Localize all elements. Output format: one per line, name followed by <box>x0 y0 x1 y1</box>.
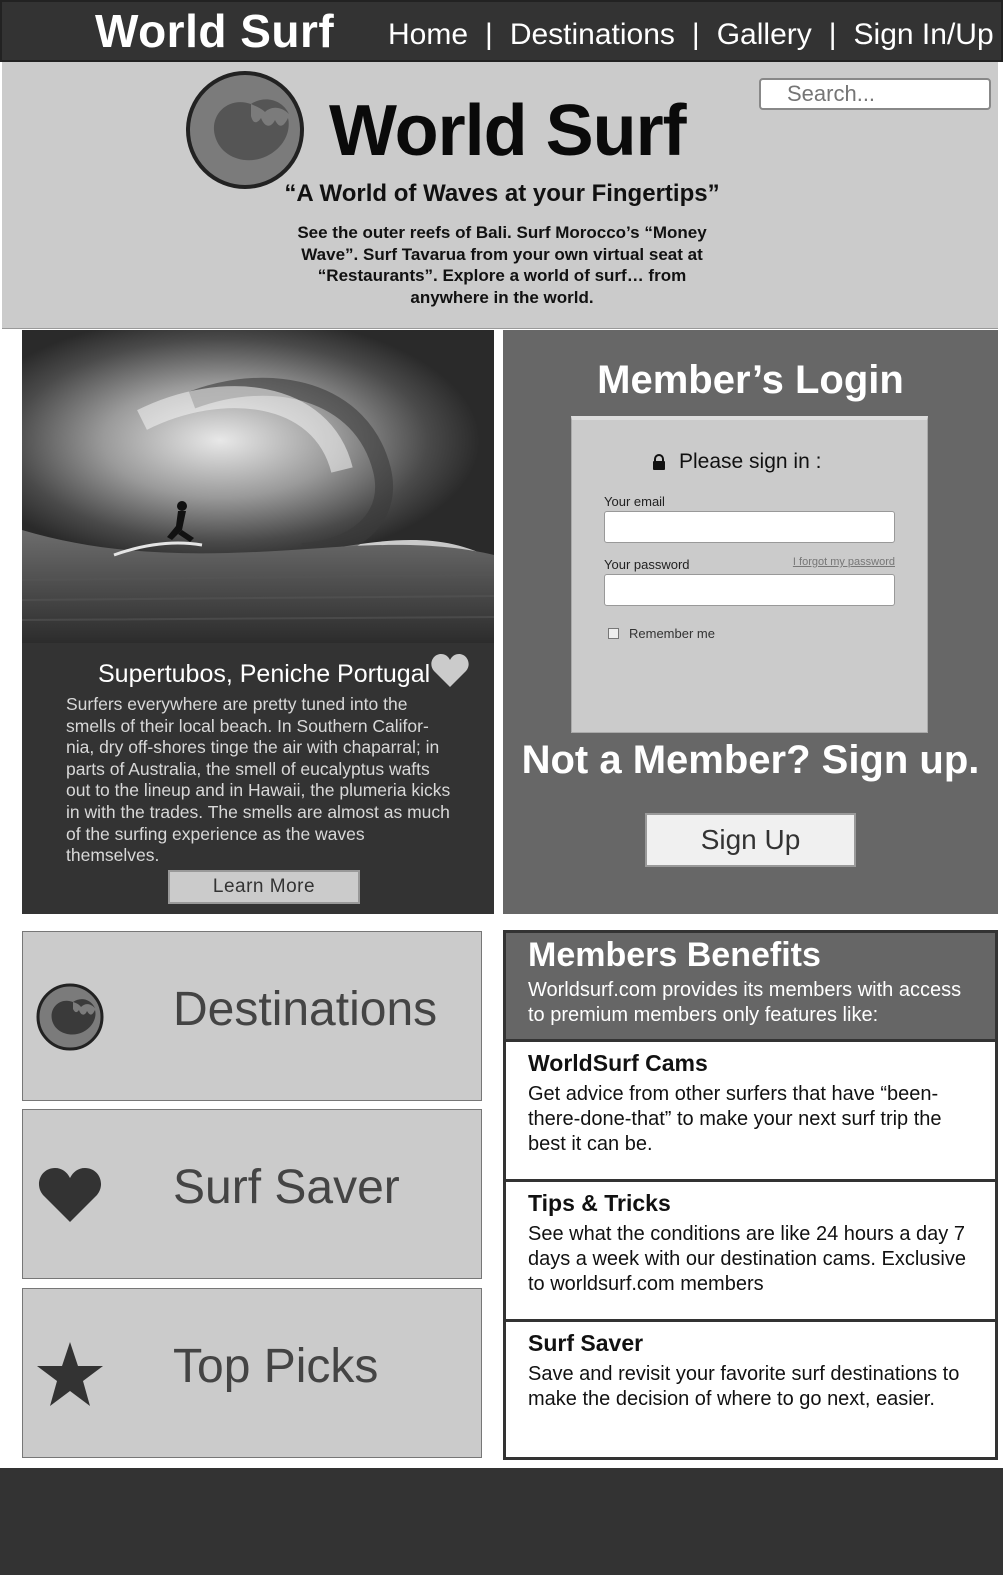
brand-name[interactable]: World Surf <box>95 4 334 58</box>
login-form: Please sign in : Your email Your passwor… <box>571 416 928 733</box>
main-nav: Home | Destinations | Gallery | Sign In/… <box>388 18 994 52</box>
remember-label: Remember me <box>629 626 715 641</box>
benefit-text: Save and revisit your favorite surf dest… <box>528 1363 960 1410</box>
signin-prompt: Please sign in : <box>679 450 822 473</box>
benefits-subtitle: Worldsurf.com provides its members with … <box>528 979 962 1026</box>
benefits-header: Members Benefits Worldsurf.com provides … <box>506 933 995 1041</box>
quicklink-destinations[interactable]: Destinations <box>22 931 482 1101</box>
members-login-panel: Member’s Login Please sign in : Your ema… <box>503 330 998 914</box>
remember-me[interactable]: Remember me <box>608 626 715 641</box>
quicklink-surf-saver[interactable]: Surf Saver <box>22 1109 482 1279</box>
signup-prompt: Not a Member? Sign up. <box>521 738 980 782</box>
surf-photo <box>22 330 494 643</box>
quicklink-top-picks[interactable]: Top Picks <box>22 1288 482 1458</box>
sign-up-button[interactable]: Sign Up <box>645 813 856 867</box>
email-label: Your email <box>604 494 665 509</box>
hero-title: World Surf <box>329 91 687 171</box>
benefits-title: Members Benefits <box>528 936 821 974</box>
hero-banner: World Surf “A World of Waves at your Fin… <box>2 62 998 329</box>
nav-separator: | <box>485 18 493 51</box>
benefit-title: Surf Saver <box>528 1330 644 1356</box>
benefit-title: WorldSurf Cams <box>528 1050 708 1076</box>
signin-heading: Please sign in : <box>652 450 821 474</box>
hero-description: See the outer reefs of Bali. Surf Morocc… <box>297 223 707 307</box>
nav-destinations[interactable]: Destinations <box>510 18 675 52</box>
quicklink-label: Top Picks <box>173 1340 379 1393</box>
quicklink-label: Surf Saver <box>173 1161 400 1214</box>
forgot-password-link[interactable]: I forgot my password <box>793 556 895 568</box>
heart-icon[interactable] <box>430 653 470 689</box>
nav-separator: | <box>828 18 837 51</box>
footer <box>0 1468 1003 1575</box>
feature-title: Supertubos, Peniche Portugal <box>98 660 431 688</box>
wave-logo-icon <box>36 983 104 1051</box>
password-label: Your password <box>604 557 690 572</box>
feature-description: Surfers everywhere are pretty tuned into… <box>66 694 451 866</box>
lock-icon <box>653 454 665 470</box>
hero-tagline: “A World of Waves at your Fingertips” <box>284 180 720 207</box>
learn-more-button[interactable]: Learn More <box>168 870 360 904</box>
benefit-item: Surf Saver Save and revisit your favorit… <box>506 1319 995 1457</box>
quicklink-label: Destinations <box>173 983 438 1036</box>
star-icon <box>37 1342 103 1406</box>
benefit-text: See what the conditions are like 24 hour… <box>528 1223 966 1295</box>
benefit-item: Tips & Tricks See what the conditions ar… <box>506 1179 995 1319</box>
nav-sign-in-up[interactable]: Sign In/Up <box>854 18 994 52</box>
nav-separator: | <box>691 18 700 51</box>
search-input[interactable] <box>759 78 991 110</box>
benefit-item: WorldSurf Cams Get advice from other sur… <box>506 1039 995 1179</box>
heart-icon <box>38 1168 102 1222</box>
remember-checkbox[interactable] <box>608 628 619 639</box>
nav-gallery[interactable]: Gallery <box>717 18 812 52</box>
nav-home[interactable]: Home <box>388 18 468 52</box>
top-nav-bar: World Surf Home | Destinations | Gallery… <box>0 0 1003 62</box>
featured-destination-card: Supertubos, Peniche Portugal Surfers eve… <box>22 330 494 914</box>
login-title: Member’s Login <box>597 358 904 402</box>
password-field[interactable] <box>604 574 895 606</box>
wave-logo-icon <box>186 71 304 189</box>
benefit-title: Tips & Tricks <box>528 1190 671 1216</box>
members-benefits: Members Benefits Worldsurf.com provides … <box>503 930 998 1460</box>
benefit-text: Get advice from other surfers that have … <box>528 1083 942 1155</box>
email-field[interactable] <box>604 511 895 543</box>
